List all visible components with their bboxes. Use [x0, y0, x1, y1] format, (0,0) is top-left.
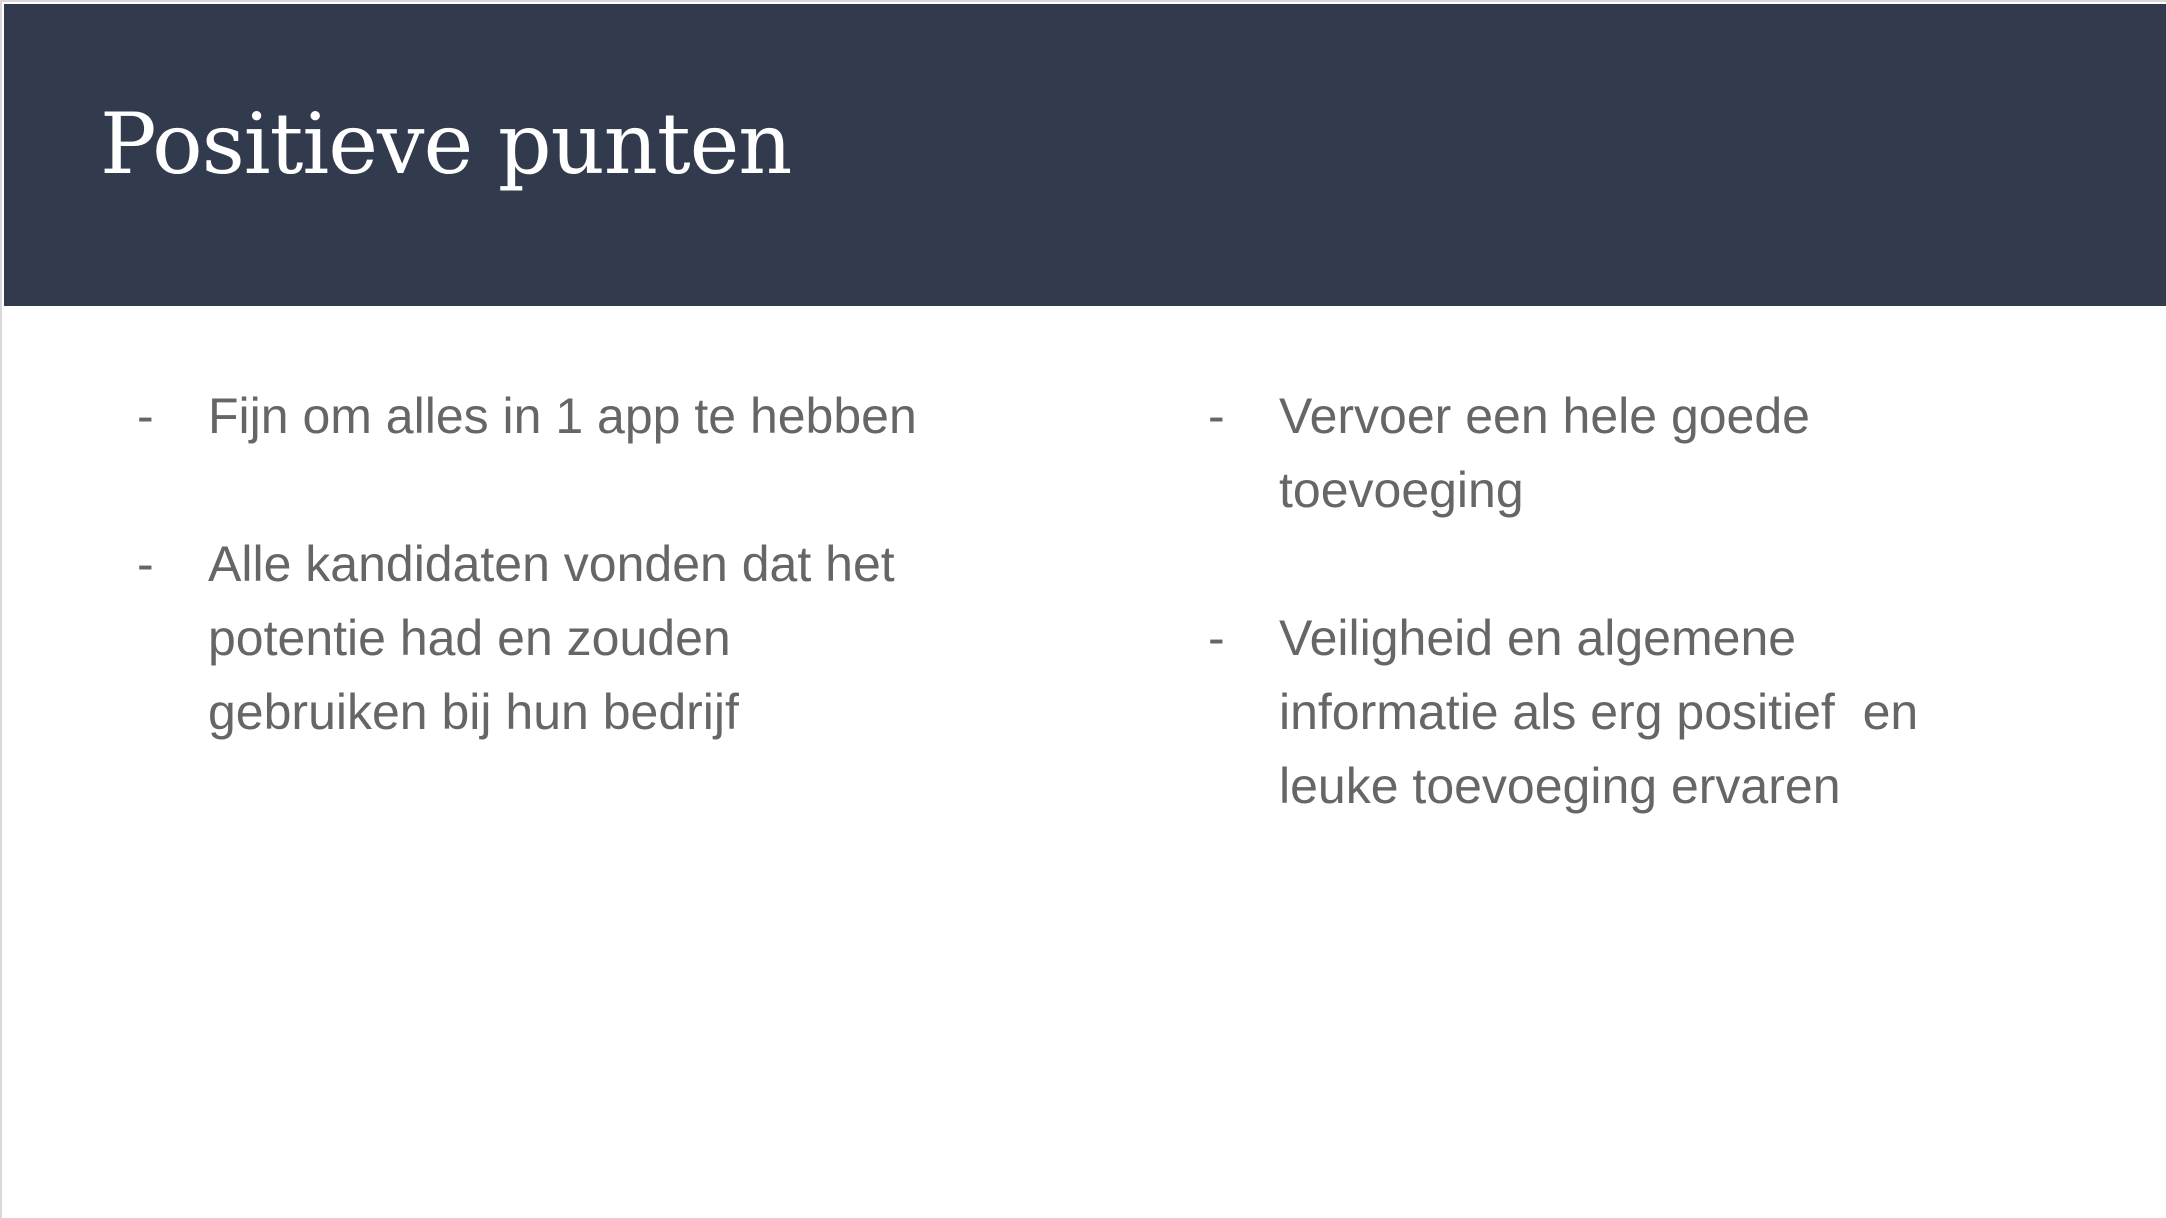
bullet-item: - Alle kandidaten vonden dat het potenti… — [137, 527, 937, 749]
bullet-line: gebruiken bij hun bedrijf — [208, 684, 739, 740]
bullet-item: - Fijn om alles in 1 app te hebben — [137, 379, 937, 453]
bullet-line: Fijn om alles in 1 app te hebben — [208, 388, 917, 444]
slide: Positieve punten - Fijn om alles in 1 ap… — [0, 0, 2166, 1218]
bullet-item: - Veiligheid en algemene informatie als … — [1208, 601, 2008, 823]
dash-bullet-icon: - — [137, 388, 154, 444]
bullet-line: Veiligheid en algemene — [1279, 610, 1797, 666]
bullet-line: informatie als erg positief en — [1279, 684, 1919, 740]
bullet-line: potentie had en zouden — [208, 610, 731, 666]
bullet-line: leuke toevoeging ervaren — [1279, 758, 1841, 814]
left-bullet-list: - Fijn om alles in 1 app te hebben - All… — [137, 379, 937, 823]
slide-title: Positieve punten — [100, 95, 792, 193]
bullet-line: Alle kandidaten vonden dat het — [208, 536, 895, 592]
bullet-item: - Vervoer een hele goede toevoeging — [1208, 379, 2008, 527]
bullet-line: toevoeging — [1279, 462, 1524, 518]
right-bullet-list: - Vervoer een hele goede toevoeging - Ve… — [1208, 379, 2008, 897]
title-banner: Positieve punten — [4, 4, 2166, 306]
dash-bullet-icon: - — [1208, 610, 1225, 666]
dash-bullet-icon: - — [137, 536, 154, 592]
bullet-line: Vervoer een hele goede — [1279, 388, 1810, 444]
dash-bullet-icon: - — [1208, 388, 1225, 444]
